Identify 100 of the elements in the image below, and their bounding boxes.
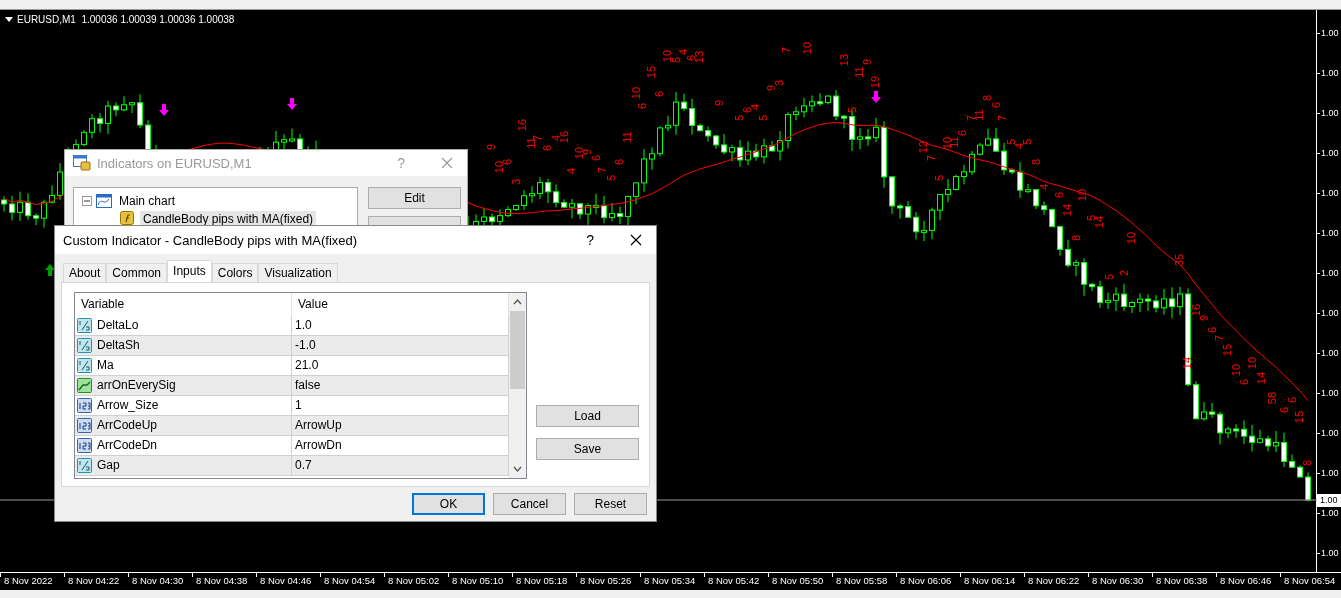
pip-label: 11 <box>524 137 537 149</box>
pip-label: 15 <box>1220 343 1233 357</box>
pip-label: 6 <box>989 101 1002 109</box>
variable-name: Ma <box>97 357 114 374</box>
tab[interactable]: Inputs <box>167 260 212 282</box>
arrow-down-icon <box>871 91 881 103</box>
scroll-down-icon[interactable] <box>513 466 522 472</box>
pip-label: 6 <box>1052 191 1065 199</box>
pip-label: 4 <box>676 48 689 56</box>
indicator-window-icon <box>73 155 91 171</box>
variable-name: ArrCodeUp <box>97 417 158 434</box>
pip-label: 6 <box>1205 326 1218 334</box>
symbol-quote: EURUSD,M1 1.00036 1.00039 1.00036 1.00038 <box>17 14 235 25</box>
scrollbar[interactable] <box>509 293 526 478</box>
pip-label: 7 <box>1212 334 1225 342</box>
scroll-up-icon[interactable] <box>513 299 522 305</box>
help-button[interactable]: ? <box>586 232 594 248</box>
pip-label: 5 <box>1102 273 1115 281</box>
integer-type-icon <box>77 397 93 414</box>
integer-type-icon <box>77 417 93 434</box>
pip-label: 8 <box>1300 459 1313 467</box>
arrow-up-icon <box>45 264 55 276</box>
pip-label: 13 <box>837 53 850 67</box>
pip-label: 16 <box>515 118 528 132</box>
tab[interactable]: Common <box>106 263 168 282</box>
pip-label: 8 <box>980 94 993 102</box>
tab[interactable]: Colors <box>211 263 259 282</box>
pip-label: 14 <box>1180 356 1193 370</box>
pip-label: 9 <box>1197 314 1210 322</box>
variable-name: DeltaSh <box>97 337 140 354</box>
indicator-icon <box>120 211 136 227</box>
tab[interactable]: About <box>63 263 107 282</box>
pip-label: 19 <box>868 75 881 89</box>
pip-label: 10 <box>800 41 813 55</box>
pip-label: 9 <box>712 99 725 107</box>
pip-label: 7 <box>779 46 792 54</box>
close-icon[interactable] <box>630 234 642 246</box>
chart-window-icon <box>96 194 112 208</box>
pip-label: 4 <box>564 167 577 175</box>
variable-name: ArrCodeDn <box>97 437 158 454</box>
scroll-thumb[interactable] <box>510 311 525 389</box>
pip-label: 14 <box>1060 203 1073 217</box>
load-button[interactable]: Load <box>536 405 639 427</box>
pip-label: 35 <box>1172 253 1185 267</box>
pip-label: 14 <box>1254 371 1267 385</box>
integer-type-icon <box>77 437 93 454</box>
boolean-type-icon <box>77 377 93 394</box>
pip-label: 10 <box>1075 188 1088 202</box>
tree-item[interactable]: Main chart <box>116 193 179 209</box>
pip-label: 16 <box>1189 303 1202 317</box>
pip-label: 5 <box>845 106 858 114</box>
pip-label: 10 <box>629 86 642 100</box>
pip-label: 6 <box>1285 396 1298 404</box>
pip-label: 58 <box>1265 391 1278 405</box>
current-price-label: 1.00 <box>1317 494 1341 507</box>
pip-label: 12 <box>916 140 929 154</box>
pip-label: 6 <box>955 129 968 137</box>
pip-label: 6 <box>1277 406 1290 414</box>
variable-name: Arrow_Size <box>97 397 159 414</box>
pip-label: 3 <box>509 178 522 186</box>
pip-label: 7 <box>995 114 1008 122</box>
decimal-type-icon <box>77 337 93 354</box>
pip-label: 8 <box>1029 158 1042 166</box>
dialog-title: Custom Indicator - CandleBody pips with MA(fixed) <box>63 232 359 248</box>
pip-label: 6 <box>652 90 665 98</box>
pip-label: 8 <box>1069 234 1082 242</box>
pip-label: 6 <box>612 158 625 166</box>
tab[interactable]: Visualization <box>258 263 338 282</box>
pip-label: 9 <box>484 143 497 151</box>
pip-label: 10 <box>1245 356 1258 370</box>
pip-label: 6 <box>635 102 648 110</box>
pip-label: 10 <box>660 49 673 63</box>
ok-button[interactable]: OK <box>412 493 485 515</box>
pip-label: 5 <box>932 174 945 182</box>
variable-name: arrOnEverySig <box>97 377 176 394</box>
pip-label: 4 <box>1037 183 1050 191</box>
pip-label: 11 <box>620 131 633 143</box>
cancel-button[interactable]: Cancel <box>493 493 566 515</box>
save-button[interactable]: Save <box>536 438 639 460</box>
pip-label: 7 <box>924 154 937 162</box>
pip-label: 15 <box>644 65 657 79</box>
variable-name: DeltaLo <box>97 317 139 334</box>
collapse-icon[interactable] <box>82 196 92 206</box>
edit-button[interactable]: Edit <box>368 187 461 209</box>
pip-label: 6 <box>1237 378 1250 386</box>
pip-label: 5 <box>732 114 745 122</box>
pip-label: 7 <box>964 114 977 122</box>
variable-name: Gap <box>97 457 120 474</box>
pip-label: 10 <box>1229 363 1242 377</box>
decimal-type-icon <box>77 457 93 474</box>
decimal-type-icon <box>77 357 93 374</box>
decimal-type-icon <box>77 317 93 334</box>
pip-label: 9 <box>860 58 873 66</box>
pip-label: 5 <box>604 174 617 182</box>
pip-label: 10 <box>1124 231 1137 245</box>
pip-label: 6 <box>589 154 602 162</box>
dialog-title: Indicators on EURUSD,M1 <box>97 155 253 171</box>
dropdown-icon[interactable] <box>5 17 13 22</box>
pip-label: 6 <box>540 144 553 152</box>
reset-button[interactable]: Reset <box>574 493 647 515</box>
